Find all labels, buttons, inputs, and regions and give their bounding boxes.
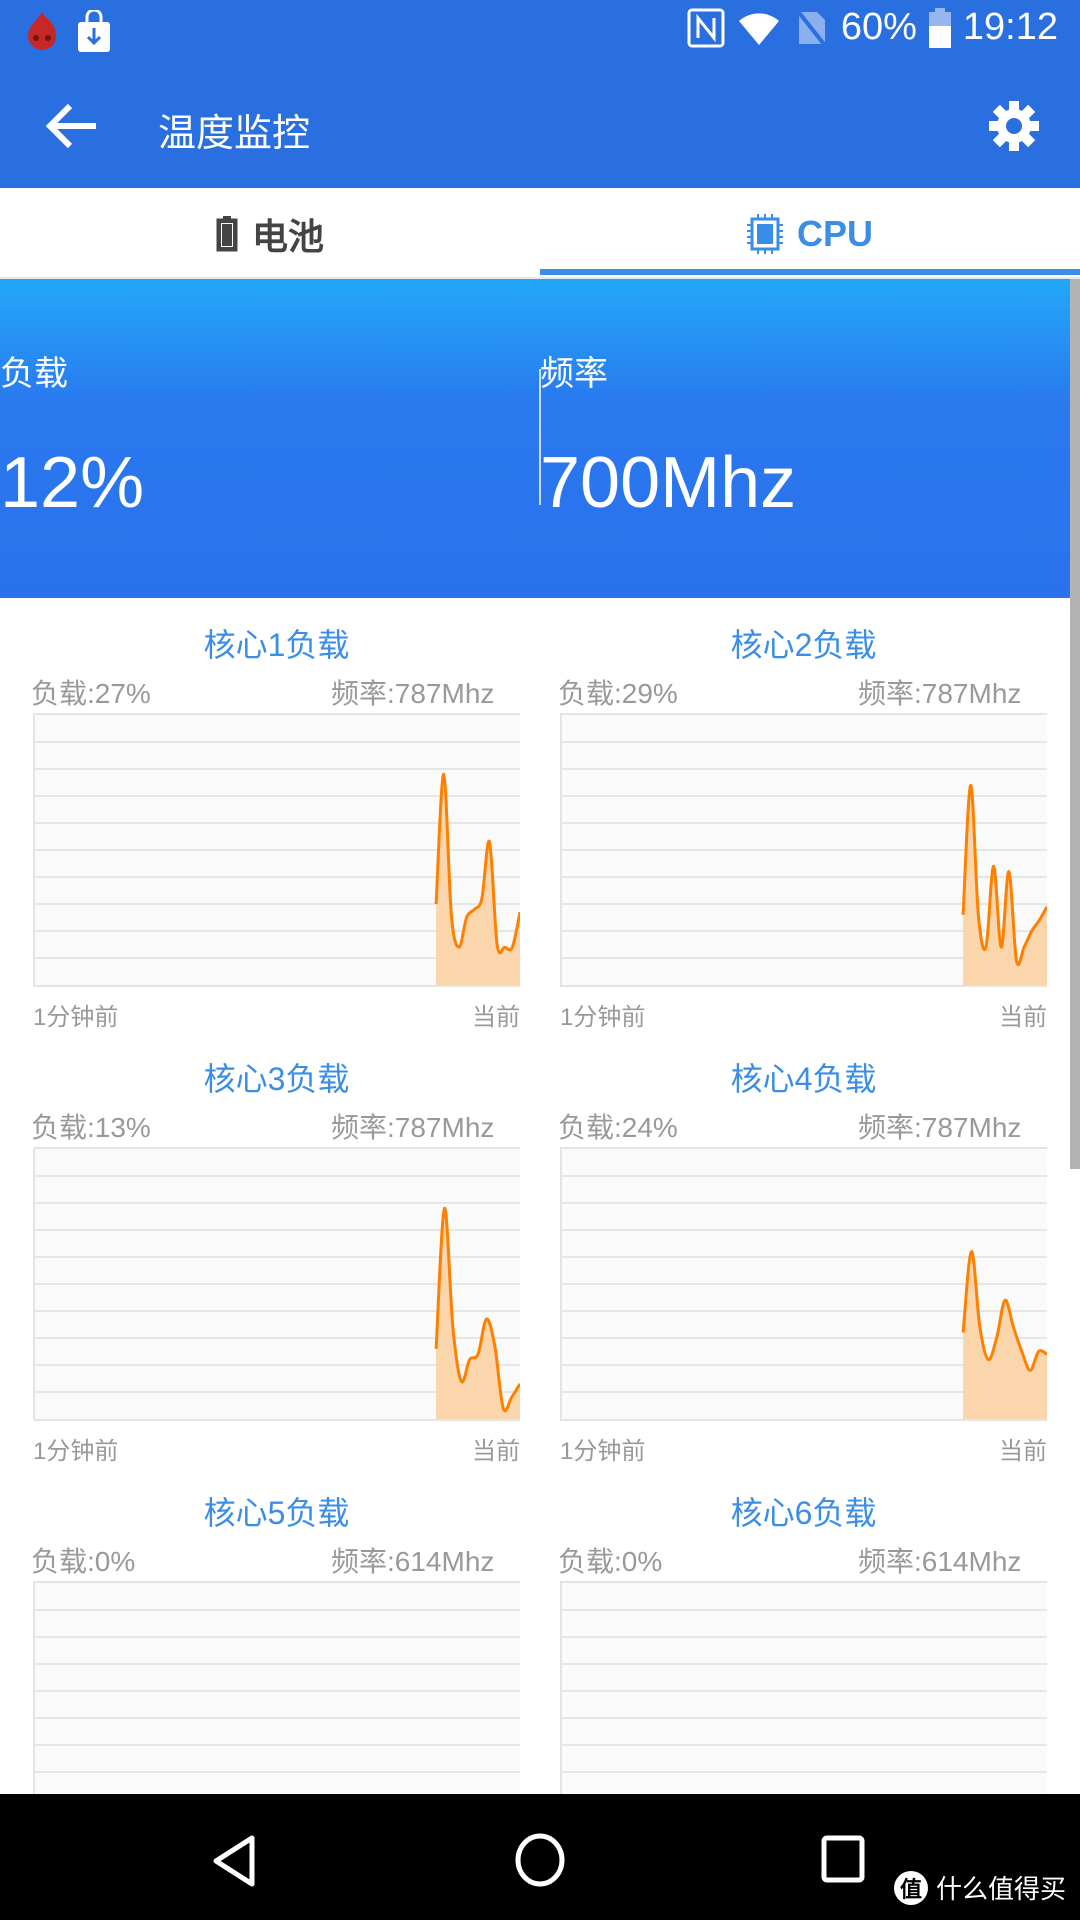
core-load: 负载:24%: [558, 1112, 678, 1143]
square-recents-icon[interactable]: [820, 1834, 866, 1884]
battery-icon: [928, 7, 951, 48]
x-label-start: 1分钟前: [33, 1438, 119, 1465]
core-load-chart: [560, 1147, 1048, 1421]
x-label-start: 1分钟前: [33, 1004, 119, 1031]
navigation-bar: 值 什么值得买: [0, 1794, 1080, 1920]
x-label-end: 当前: [472, 1438, 520, 1465]
tab-cpu-label: CPU: [796, 212, 873, 254]
nfc-icon: [687, 8, 725, 47]
core-card-2: 核心2负载负载:29% 频率:787Mhz 1分钟前 当前: [558, 602, 1080, 1036]
core-load: 负载:0%: [31, 1546, 136, 1577]
chart-svg: [562, 1175, 1048, 1419]
scrollbar[interactable]: [1070, 279, 1080, 1169]
core-card-3: 核心3负载负载:13% 频率:787Mhz 1分钟前 当前: [31, 1036, 553, 1470]
core-title: 核心6负载: [730, 1495, 877, 1531]
status-bar: 60% 19:12: [0, 0, 1080, 64]
watermark-badge: 值: [893, 1870, 928, 1905]
wifi-icon: [738, 12, 779, 45]
core-title: 核心1负载: [203, 627, 350, 663]
core-title: 核心3负载: [203, 1061, 350, 1097]
chart-svg: [35, 1175, 522, 1419]
tab-bar: 电池 CPU: [0, 188, 1080, 279]
core-load: 负载:0%: [558, 1546, 663, 1577]
cpu-chip-icon: [746, 213, 783, 254]
gear-icon[interactable]: [988, 100, 1040, 152]
core-frequency: 频率:614Mhz: [858, 1546, 1022, 1577]
core-frequency: 频率:787Mhz: [858, 678, 1022, 709]
x-label-end: 当前: [999, 1004, 1047, 1031]
x-label-start: 1分钟前: [560, 1438, 646, 1465]
cpu-summary: 负载 12% 频率 700Mhz: [0, 279, 1080, 598]
tab-battery[interactable]: 电池: [0, 188, 540, 279]
core-frequency: 频率:614Mhz: [331, 1546, 495, 1577]
battery-percent: 60%: [840, 6, 917, 48]
triangle-back-icon[interactable]: [210, 1834, 260, 1888]
battery-icon: [216, 215, 238, 251]
arrow-left-icon[interactable]: [44, 100, 100, 152]
core-load-chart: [33, 713, 522, 987]
core-card-4: 核心4负载负载:24% 频率:787Mhz 1分钟前 当前: [558, 1036, 1080, 1470]
core-load-chart: [560, 713, 1049, 987]
x-label-start: 1分钟前: [560, 1004, 646, 1031]
load-value: 12%: [0, 443, 145, 523]
watermark-text: 什么值得买: [935, 1874, 1066, 1904]
load-label: 负载: [0, 355, 68, 393]
clock: 19:12: [962, 6, 1058, 48]
core-frequency: 频率:787Mhz: [858, 1112, 1022, 1143]
watermark: 值 什么值得买: [893, 1869, 1066, 1906]
core-title: 核心4负载: [730, 1061, 877, 1097]
core-title: 核心2负载: [730, 627, 877, 663]
page-title: 温度监控: [158, 113, 311, 155]
core-frequency: 频率:787Mhz: [331, 1112, 495, 1143]
app-toolbar: 温度监控: [0, 64, 1080, 188]
x-label-end: 当前: [472, 1004, 520, 1031]
core-load: 负载:13%: [31, 1112, 151, 1143]
freq-value: 700Mhz: [540, 443, 797, 523]
active-tab-indicator: [540, 269, 1080, 275]
chart-svg: [35, 741, 522, 985]
core-load-chart: [33, 1147, 522, 1421]
core-frequency: 频率:787Mhz: [331, 678, 495, 709]
no-sim-icon: [795, 8, 829, 48]
core-load: 负载:27%: [31, 678, 151, 709]
download-store-icon: [78, 10, 110, 52]
tab-cpu[interactable]: CPU: [540, 188, 1080, 279]
freq-label: 频率: [540, 355, 608, 393]
core-card-1: 核心1负载负载:27% 频率:787Mhz 1分钟前 当前: [31, 602, 553, 1036]
circle-home-icon[interactable]: [514, 1832, 566, 1888]
chart-svg: [562, 741, 1049, 985]
core-title: 核心5负载: [203, 1495, 350, 1531]
tab-battery-label: 电池: [251, 215, 324, 257]
x-label-end: 当前: [999, 1438, 1047, 1465]
antutu-app-icon: [28, 12, 56, 50]
core-load: 负载:29%: [558, 678, 678, 709]
